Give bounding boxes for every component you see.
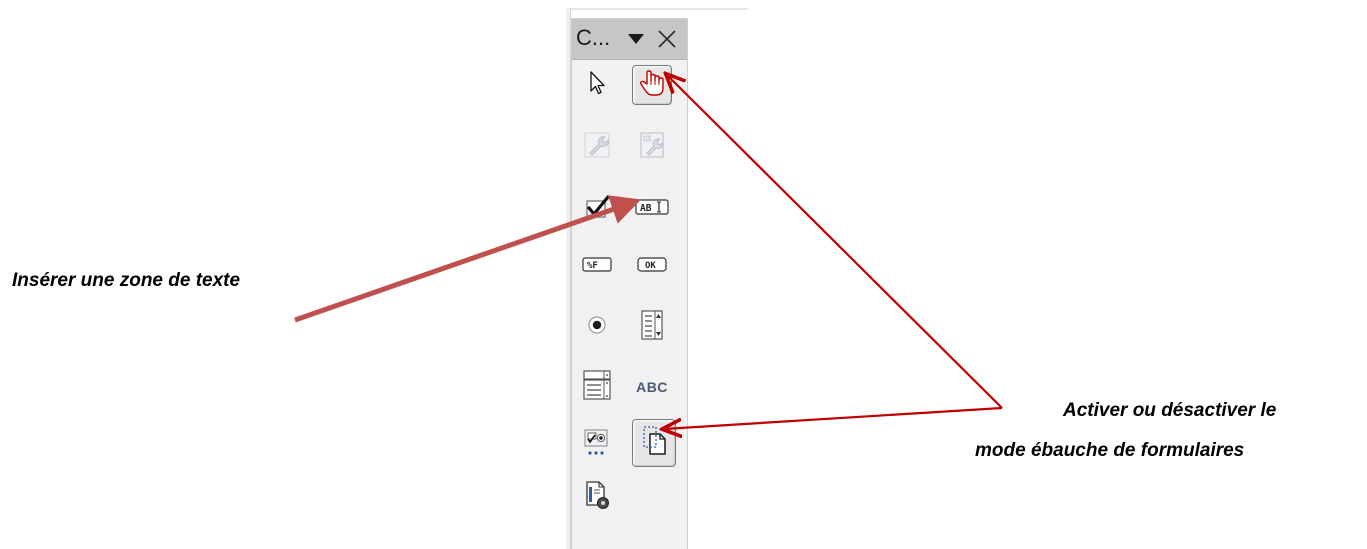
insert-text-box-arrow — [294, 195, 642, 323]
annotation-arrows — [294, 0, 1003, 549]
form-design-arrow — [664, 406, 1003, 429]
design-mode-arrow — [667, 75, 1003, 409]
